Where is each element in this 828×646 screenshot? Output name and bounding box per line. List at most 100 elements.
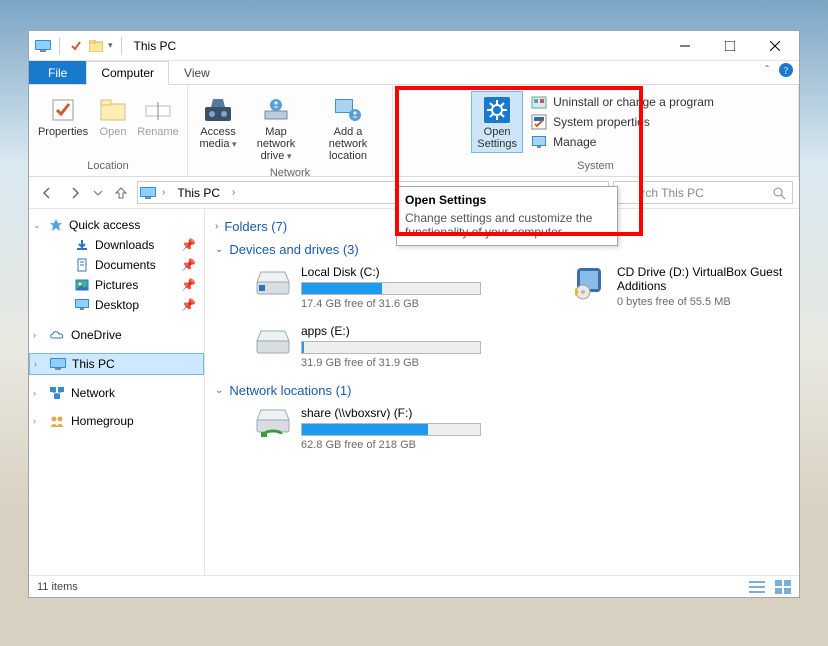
back-button[interactable] — [35, 181, 59, 205]
address-pc-icon — [140, 187, 156, 199]
tab-file[interactable]: File — [29, 61, 86, 84]
open-icon — [97, 94, 129, 126]
expand-icon[interactable]: › — [34, 359, 44, 369]
breadcrumb-this-pc[interactable]: This PC — [171, 186, 226, 200]
search-box[interactable]: Search This PC — [613, 181, 793, 204]
forward-button[interactable] — [63, 181, 87, 205]
sidebar-label: Homegroup — [71, 414, 134, 428]
maximize-button[interactable] — [707, 32, 752, 60]
tab-computer[interactable]: Computer — [86, 61, 169, 85]
sidebar-label: Pictures — [95, 278, 138, 292]
open-settings-label: Open Settings — [474, 126, 520, 150]
group-label-location: Location — [87, 158, 129, 174]
content-pane: › Folders (7) ⌄ Devices and drives (3) L… — [205, 209, 799, 575]
add-network-location-button[interactable]: Add a network location — [310, 91, 386, 165]
network-drive-icon — [255, 406, 291, 442]
up-button[interactable] — [109, 181, 133, 205]
rename-label: Rename — [137, 126, 179, 138]
drive-stat: 0 bytes free of 55.5 MB — [617, 296, 789, 308]
sidebar-desktop[interactable]: Desktop 📌 — [29, 295, 204, 315]
sidebar-label: Desktop — [95, 298, 139, 312]
hdd-icon — [255, 324, 291, 360]
drive-name: apps (E:) — [301, 324, 481, 338]
drive-local-c[interactable]: Local Disk (C:) 17.4 GB free of 31.6 GB — [255, 265, 481, 310]
section-network-locations[interactable]: ⌄ Network locations (1) — [215, 379, 789, 402]
tooltip-title: Open Settings — [405, 193, 609, 207]
sidebar-quick-access[interactable]: ⌄ Quick access — [29, 215, 204, 235]
map-drive-button[interactable]: Map network drive — [244, 91, 308, 165]
map-drive-icon — [260, 94, 292, 126]
details-view-button[interactable] — [749, 580, 765, 594]
drive-name: Local Disk (C:) — [301, 265, 481, 279]
sidebar-label: Network — [71, 386, 115, 400]
help-icon[interactable]: ? — [779, 63, 793, 77]
pictures-icon — [75, 278, 89, 292]
tab-view[interactable]: View — [169, 61, 225, 84]
recent-locations-button[interactable] — [91, 181, 105, 205]
open-settings-button[interactable]: Open Settings — [471, 91, 523, 153]
qat-properties-icon[interactable] — [68, 38, 84, 54]
ribbon-group-system: Open Settings Uninstall or change a prog… — [393, 85, 799, 176]
minimize-button[interactable] — [662, 32, 707, 60]
settings-gear-icon — [481, 94, 513, 126]
this-pc-icon — [35, 38, 51, 54]
qat-dropdown-icon[interactable]: ▾ — [108, 40, 113, 51]
qat-newfolder-icon[interactable] — [88, 38, 104, 54]
sidebar-this-pc[interactable]: › This PC — [29, 353, 204, 375]
star-icon — [49, 218, 63, 232]
breadcrumb-chevron-icon[interactable]: › — [230, 187, 237, 198]
section-label: Folders (7) — [224, 219, 287, 234]
ribbon-collapse-icon[interactable]: ˆ — [765, 63, 769, 77]
svg-text:?: ? — [784, 66, 789, 77]
storage-bar — [301, 423, 481, 436]
file-explorer-window: ▾ This PC File Computer View ˆ ? — [28, 30, 800, 598]
system-properties-button[interactable]: System properties — [525, 113, 720, 131]
chevron-down-icon: ⌄ — [215, 244, 223, 255]
pin-icon: 📌 — [181, 298, 196, 312]
drive-cd-d[interactable]: CD Drive (D:) VirtualBox Guest Additions… — [571, 265, 789, 310]
storage-bar — [301, 282, 481, 295]
uninstall-program-button[interactable]: Uninstall or change a program — [525, 93, 720, 111]
tooltip-body: Change settings and customize the functi… — [405, 211, 609, 239]
sidebar-homegroup[interactable]: › Homegroup — [29, 411, 204, 431]
drive-stat: 62.8 GB free of 218 GB — [301, 439, 481, 451]
uninstall-label: Uninstall or change a program — [553, 95, 714, 109]
properties-label: Properties — [38, 126, 88, 138]
expand-icon[interactable]: › — [33, 388, 43, 398]
expand-icon[interactable]: › — [33, 416, 43, 426]
open-label: Open — [100, 126, 127, 138]
close-button[interactable] — [752, 32, 797, 60]
search-placeholder: Search This PC — [620, 186, 704, 200]
drive-share-f[interactable]: share (\\vboxsrv) (F:) 62.8 GB free of 2… — [255, 406, 495, 451]
manage-label: Manage — [553, 135, 596, 149]
properties-button[interactable]: Properties — [35, 91, 91, 141]
map-drive-label: Map network drive — [247, 126, 305, 162]
sidebar-label: This PC — [72, 357, 115, 371]
titlebar: ▾ This PC — [29, 31, 799, 61]
system-properties-icon — [531, 114, 547, 130]
drive-name: CD Drive (D:) VirtualBox Guest Additions — [617, 265, 789, 293]
breadcrumb-chevron-icon[interactable]: › — [160, 187, 167, 198]
access-media-button[interactable]: Access media — [194, 91, 242, 153]
manage-button[interactable]: Manage — [525, 133, 720, 151]
sidebar-documents[interactable]: Documents 📌 — [29, 255, 204, 275]
onedrive-icon — [49, 329, 65, 341]
collapse-icon[interactable]: ⌄ — [33, 220, 43, 231]
access-media-icon — [202, 94, 234, 126]
storage-bar — [301, 341, 481, 354]
rename-icon — [142, 94, 174, 126]
expand-icon[interactable]: › — [33, 330, 43, 340]
sidebar-network[interactable]: › Network — [29, 383, 204, 403]
manage-icon — [531, 134, 547, 150]
tooltip-open-settings: Open Settings Change settings and custom… — [396, 186, 618, 246]
sidebar-onedrive[interactable]: › OneDrive — [29, 325, 204, 345]
sidebar-label: Documents — [95, 258, 156, 272]
system-properties-label: System properties — [553, 115, 650, 129]
thumbnails-view-button[interactable] — [775, 580, 791, 594]
status-bar: 11 items — [29, 575, 799, 597]
drive-apps-e[interactable]: apps (E:) 31.9 GB free of 31.9 GB — [255, 324, 495, 369]
sidebar-pictures[interactable]: Pictures 📌 — [29, 275, 204, 295]
ribbon-group-network: Access media Map network drive Add a net… — [188, 85, 393, 176]
drive-name: share (\\vboxsrv) (F:) — [301, 406, 481, 420]
sidebar-downloads[interactable]: Downloads 📌 — [29, 235, 204, 255]
